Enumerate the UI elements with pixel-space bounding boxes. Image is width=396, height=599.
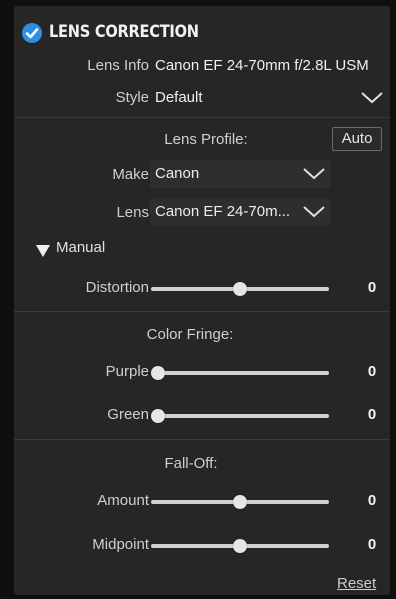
- chevron-down-icon: [303, 168, 325, 180]
- slider-thumb[interactable]: [233, 539, 247, 553]
- fall-off-heading: Fall-Off:: [164, 455, 218, 472]
- slider-thumb[interactable]: [151, 409, 165, 423]
- lens-value: Canon EF 24-70m...: [155, 203, 291, 220]
- divider: [14, 439, 390, 440]
- lens-correction-panel: LENS CORRECTION Lens Info Canon EF 24-70…: [14, 6, 390, 595]
- midpoint-value: 0: [367, 536, 377, 553]
- lens-info-value: Canon EF 24-70mm f/2.8L USM: [155, 57, 369, 74]
- auto-button[interactable]: Auto: [332, 127, 382, 151]
- midpoint-label: Midpoint: [92, 536, 149, 553]
- green-value: 0: [367, 406, 377, 423]
- manual-section-toggle[interactable]: Manual: [56, 239, 105, 256]
- color-fringe-heading: Color Fringe:: [146, 326, 234, 343]
- midpoint-slider[interactable]: [151, 539, 329, 553]
- purple-label: Purple: [105, 363, 149, 380]
- style-dropdown[interactable]: Default: [150, 83, 386, 111]
- disclosure-triangle-icon[interactable]: [36, 245, 50, 258]
- distortion-slider[interactable]: [151, 282, 329, 296]
- amount-slider[interactable]: [151, 495, 329, 509]
- lens-info-label: Lens Info: [87, 57, 149, 74]
- reset-link[interactable]: Reset: [337, 575, 376, 592]
- style-value: Default: [155, 89, 203, 106]
- lens-label: Lens: [116, 204, 149, 221]
- green-label: Green: [107, 406, 149, 423]
- amount-value: 0: [367, 492, 377, 509]
- slider-thumb[interactable]: [233, 495, 247, 509]
- make-dropdown[interactable]: Canon: [150, 160, 330, 188]
- divider: [14, 117, 390, 118]
- slider-thumb[interactable]: [233, 282, 247, 296]
- make-value: Canon: [155, 165, 200, 182]
- distortion-value: 0: [367, 279, 377, 296]
- amount-label: Amount: [97, 492, 149, 509]
- chevron-down-icon: [361, 92, 383, 104]
- purple-slider[interactable]: [151, 366, 329, 380]
- make-label: Make: [112, 166, 149, 183]
- lens-dropdown[interactable]: Canon EF 24-70m...: [150, 198, 330, 226]
- enable-checkbox-icon[interactable]: [22, 23, 42, 43]
- slider-thumb[interactable]: [151, 366, 165, 380]
- green-slider[interactable]: [151, 409, 329, 423]
- purple-value: 0: [367, 363, 377, 380]
- style-label: Style: [115, 89, 149, 106]
- chevron-down-icon: [303, 206, 325, 218]
- distortion-label: Distortion: [85, 279, 149, 296]
- lens-profile-heading: Lens Profile:: [164, 131, 248, 148]
- panel-title: LENS CORRECTION: [49, 22, 199, 42]
- divider: [14, 311, 390, 312]
